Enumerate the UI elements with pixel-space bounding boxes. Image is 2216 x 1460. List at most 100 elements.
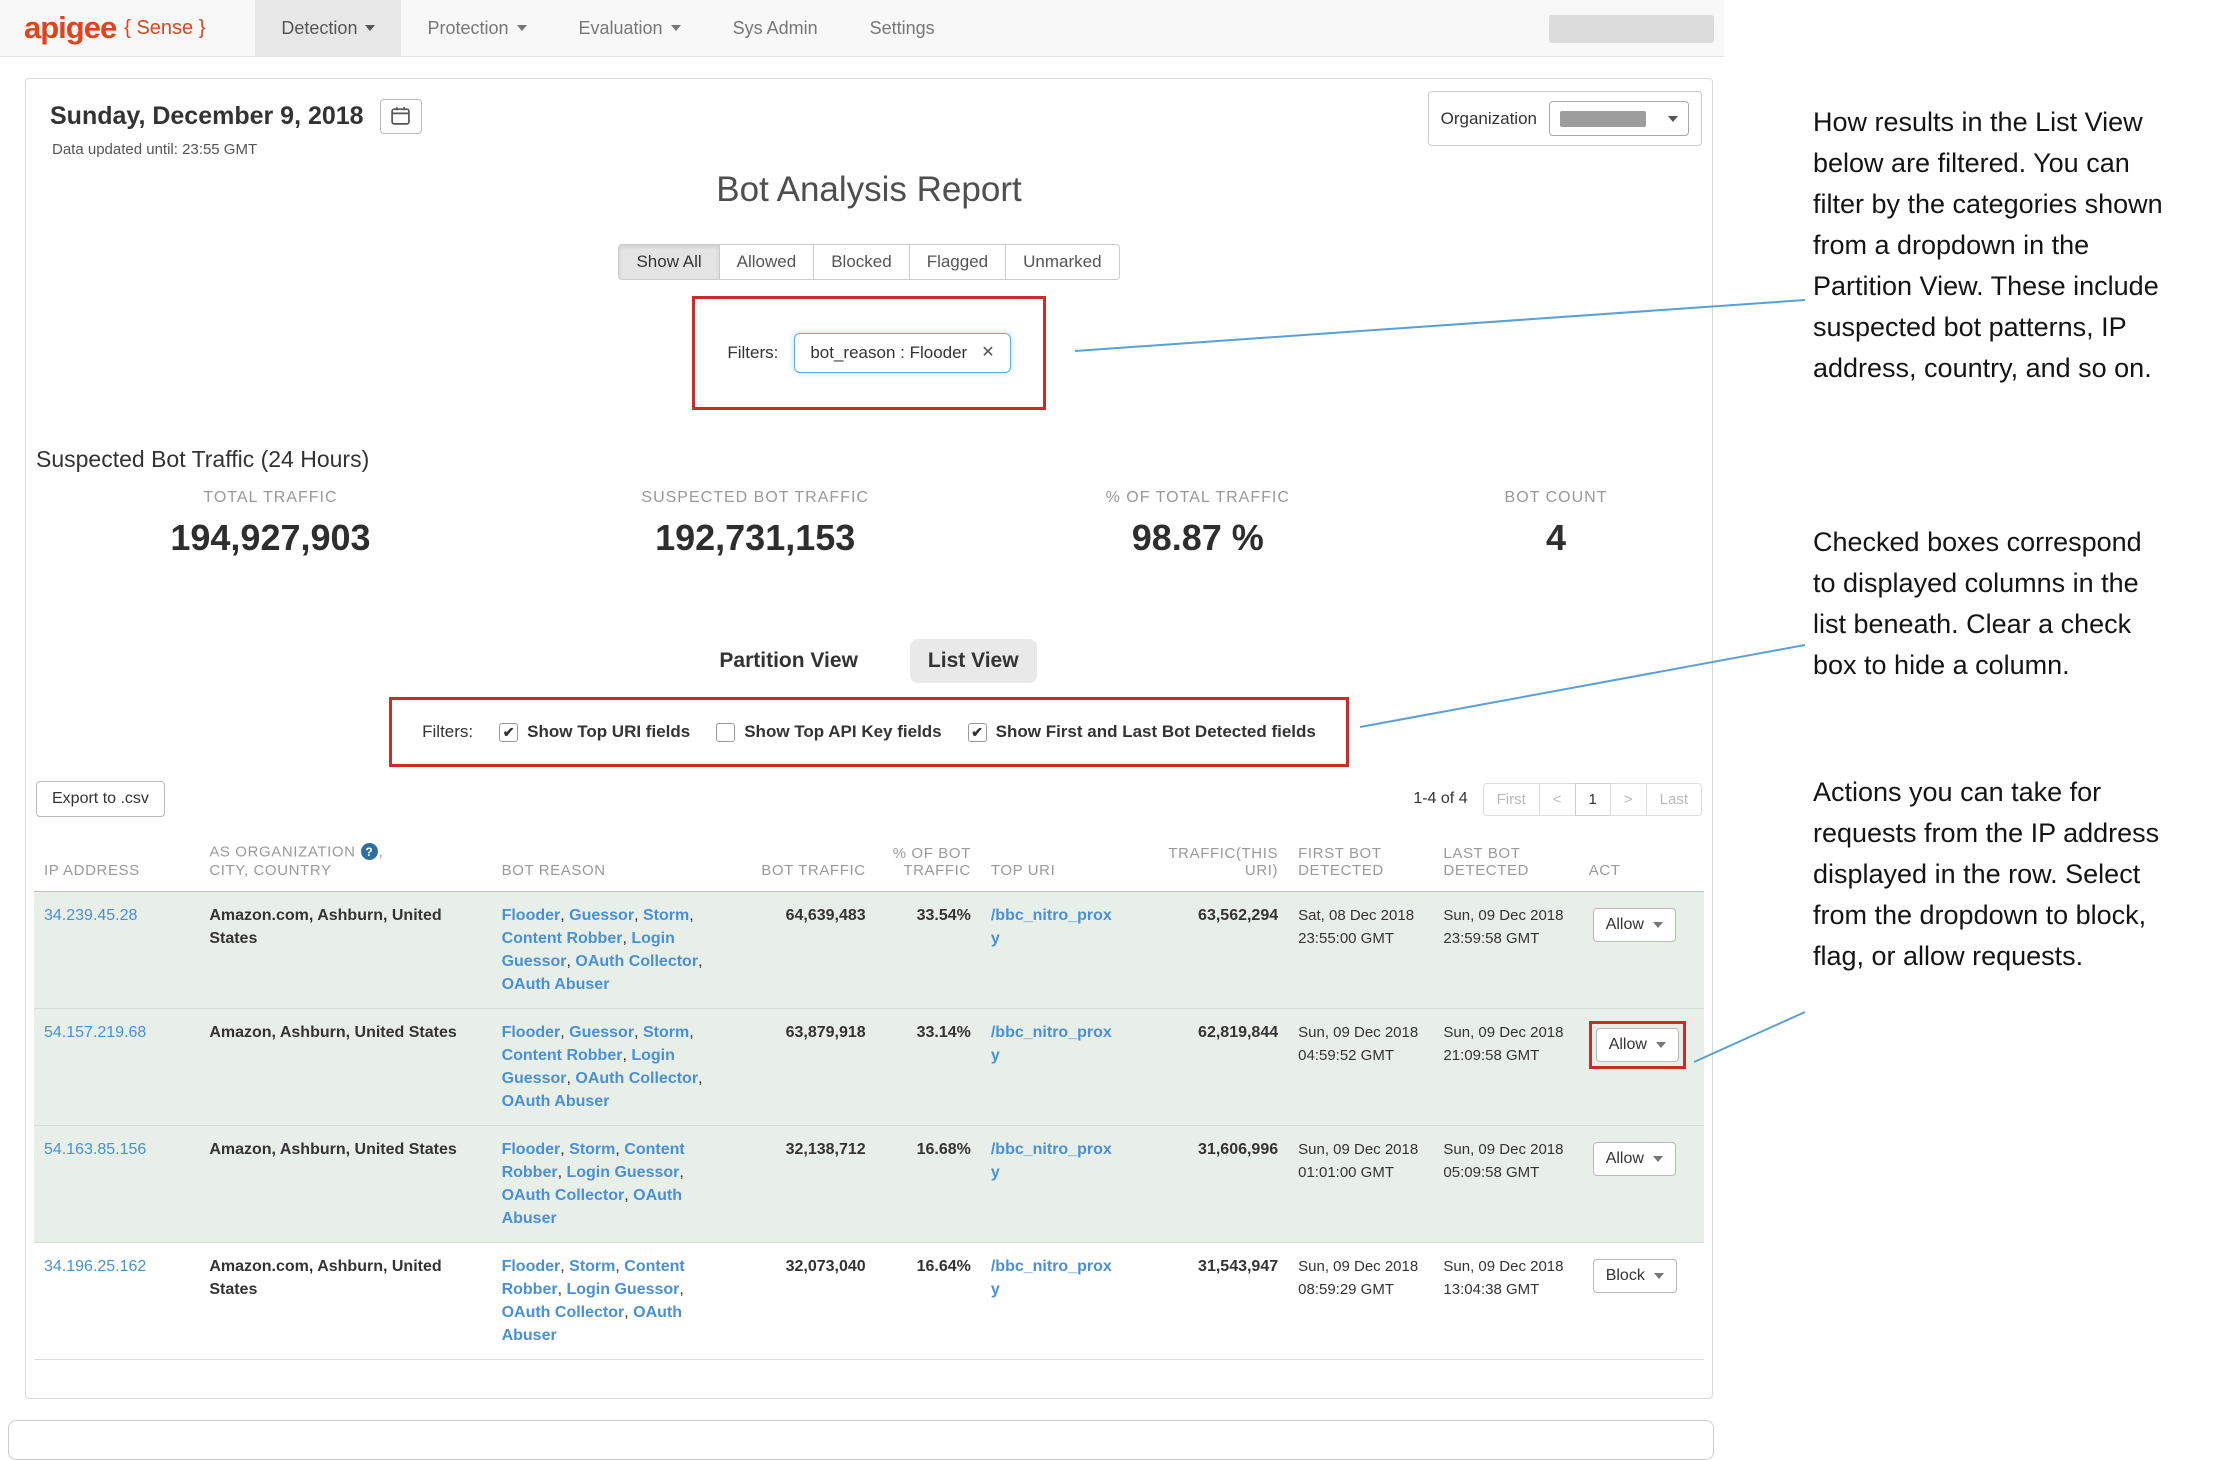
annotation-note-actions: Actions you can take for requests from t… (1813, 772, 2171, 977)
report-panel: Sunday, December 9, 2018 Data updated un… (25, 78, 1713, 1399)
tab-flagged[interactable]: Flagged (909, 244, 1006, 280)
action-dropdown-block[interactable]: Block (1593, 1259, 1677, 1293)
column-filter-show-top-api-key-fields[interactable]: Show Top API Key fields (716, 722, 941, 742)
nav-items: Detection Protection EvaluationSys AdminSe… (255, 0, 960, 56)
tab-partition-view[interactable]: Partition View (701, 639, 875, 683)
bot-reason-link[interactable]: OAuth Collector (502, 1187, 625, 1204)
tab-list-view[interactable]: List View (910, 639, 1037, 683)
top-uri-link[interactable]: /bbc_nitro_proxy (991, 1024, 1112, 1064)
sense-logo-text: { Sense } (124, 17, 205, 40)
col-header-bot-reason[interactable]: BOT REASON (492, 835, 717, 892)
view-tabs: Partition View List View (26, 639, 1712, 683)
bot-reason-link[interactable]: Flooder (502, 907, 561, 924)
remove-filter-icon[interactable]: ✕ (981, 345, 994, 361)
col-header-first-bot-detected[interactable]: FIRST BOT DETECTED (1288, 835, 1433, 892)
bot-reason-link[interactable]: Content Robber (502, 1047, 623, 1064)
top-uri-cell: /bbc_nitro_proxy (981, 1009, 1125, 1126)
bot-reason-link[interactable]: Storm (569, 1258, 615, 1275)
checkbox-checked-icon[interactable] (968, 723, 987, 742)
column-filter-show-first-and-last-bot-detected-fields[interactable]: Show First and Last Bot Detected fields (968, 722, 1316, 742)
export-csv-button[interactable]: Export to .csv (36, 781, 165, 817)
action-dropdown-allow[interactable]: Allow (1593, 1142, 1676, 1176)
traffic-this-uri-cell: 31,606,996 (1124, 1126, 1288, 1243)
organization-dropdown[interactable] (1549, 101, 1689, 136)
pagination-page-button[interactable]: 1 (1575, 783, 1611, 816)
nav-item-protection[interactable]: Protection (401, 0, 552, 56)
traffic-this-uri-cell: 63,562,294 (1124, 892, 1288, 1009)
pagination-first-button[interactable]: First (1483, 783, 1540, 816)
bot-reason-link[interactable]: Storm (569, 1141, 615, 1158)
pagination-prev-button[interactable]: < (1539, 783, 1576, 816)
bot-reason-link[interactable]: Login Guessor (566, 1281, 679, 1298)
caret-down-icon (517, 25, 527, 31)
col-header-traffic-this-uri[interactable]: TRAFFIC(THIS URI) (1124, 835, 1288, 892)
nav-item-evaluation[interactable]: Evaluation (553, 0, 707, 56)
top-uri-link[interactable]: /bbc_nitro_proxy (991, 1141, 1112, 1181)
nav-item-settings[interactable]: Settings (844, 0, 961, 56)
top-uri-link[interactable]: /bbc_nitro_proxy (991, 907, 1112, 947)
bot-reason-link[interactable]: OAuth Collector (575, 1070, 698, 1087)
col-header-pct-bot-traffic[interactable]: % OF BOT TRAFFIC (876, 835, 981, 892)
col-header-ip-address[interactable]: IP ADDRESS (34, 835, 199, 892)
pagination: 1-4 of 4 First < 1 > Last (1413, 783, 1702, 816)
checkbox-unchecked-icon[interactable] (716, 723, 735, 742)
action-dropdown-allow[interactable]: Allow (1596, 1028, 1679, 1062)
col-header-bot-traffic[interactable]: BOT TRAFFIC (717, 835, 876, 892)
apigee-logo[interactable]: apigee { Sense } (0, 0, 219, 56)
checkbox-checked-icon[interactable] (499, 723, 518, 742)
bot-reason-link[interactable]: Flooder (502, 1258, 561, 1275)
col-header-act[interactable]: ACT (1579, 835, 1704, 892)
ip-address-link[interactable]: 54.163.85.156 (44, 1141, 146, 1158)
bot-reason-link[interactable]: OAuth Collector (502, 1304, 625, 1321)
ip-address-link[interactable]: 34.196.25.162 (44, 1258, 146, 1275)
action-dropdown-allow[interactable]: Allow (1593, 908, 1676, 942)
pagination-last-button[interactable]: Last (1646, 783, 1702, 816)
tab-blocked[interactable]: Blocked (813, 244, 909, 280)
report-date: Sunday, December 9, 2018 (50, 102, 364, 131)
tab-allowed[interactable]: Allowed (719, 244, 815, 280)
ip-address-link[interactable]: 34.239.45.28 (44, 907, 137, 924)
annotation-note-filters: How results in the List View below are f… (1813, 102, 2171, 389)
bot-reason-link[interactable]: Login Guessor (566, 1164, 679, 1181)
last-bot-detected-cell: Sun, 09 Dec 2018 05:09:58 GMT (1433, 1126, 1578, 1243)
date-picker-button[interactable] (380, 99, 422, 134)
table-row: 54.157.219.68Amazon, Ashburn, United Sta… (34, 1009, 1704, 1126)
table-row: 34.239.45.28Amazon.com, Ashburn, United … (34, 892, 1704, 1009)
bot-reason-link[interactable]: Guessor (569, 1024, 634, 1041)
help-icon[interactable]: ? (361, 843, 378, 860)
action-wrap: Block (1589, 1255, 1681, 1297)
nav-item-label: Protection (427, 18, 508, 39)
stat-label: BOT COUNT (1400, 489, 1712, 507)
nav-item-sys-admin[interactable]: Sys Admin (707, 0, 844, 56)
bot-reason-link[interactable]: Storm (643, 1024, 689, 1041)
col-header-as-organization[interactable]: AS ORGANIZATION?,CITY, COUNTRY (199, 835, 491, 892)
filter-chip-text: bot_reason : Flooder (810, 343, 967, 363)
bot-reason-link[interactable]: OAuth Collector (575, 953, 698, 970)
pagination-next-button[interactable]: > (1610, 783, 1647, 816)
bot-traffic-cell: 32,138,712 (717, 1126, 876, 1243)
stat-item--of-total-traffic: % OF TOTAL TRAFFIC98.87 % (995, 489, 1400, 559)
stat-item-suspected-bot-traffic: SUSPECTED BOT TRAFFIC192,731,153 (515, 489, 996, 559)
tab-unmarked[interactable]: Unmarked (1005, 244, 1119, 280)
bot-reason-link[interactable]: Content Robber (502, 930, 623, 947)
bot-reason-link[interactable]: Flooder (502, 1024, 561, 1041)
checkbox-label: Show Top URI fields (527, 722, 690, 742)
tab-show-all[interactable]: Show All (618, 244, 719, 280)
nav-item-detection[interactable]: Detection (255, 0, 401, 56)
ip-address-link[interactable]: 54.157.219.68 (44, 1024, 146, 1041)
bot-reason-link[interactable]: OAuth Abuser (502, 976, 610, 993)
bot-reason-link[interactable]: Flooder (502, 1141, 561, 1158)
action-label: Block (1606, 1267, 1645, 1285)
top-uri-link[interactable]: /bbc_nitro_proxy (991, 1258, 1112, 1298)
col-header-top-uri[interactable]: TOP URI (981, 835, 1125, 892)
action-label: Allow (1609, 1036, 1647, 1054)
col-header-last-bot-detected[interactable]: LAST BOT DETECTED (1433, 835, 1578, 892)
bot-reason-link[interactable]: Guessor (569, 907, 634, 924)
bot-reason-link[interactable]: OAuth Abuser (502, 1093, 610, 1110)
column-filter-show-top-uri-fields[interactable]: Show Top URI fields (499, 722, 690, 742)
account-redacted[interactable] (1549, 15, 1714, 43)
bot-reason-link[interactable]: Storm (643, 907, 689, 924)
first-bot-detected-cell: Sun, 09 Dec 2018 08:59:29 GMT (1288, 1243, 1433, 1360)
caret-down-icon (365, 25, 375, 31)
filter-chip[interactable]: bot_reason : Flooder ✕ (794, 333, 1010, 373)
